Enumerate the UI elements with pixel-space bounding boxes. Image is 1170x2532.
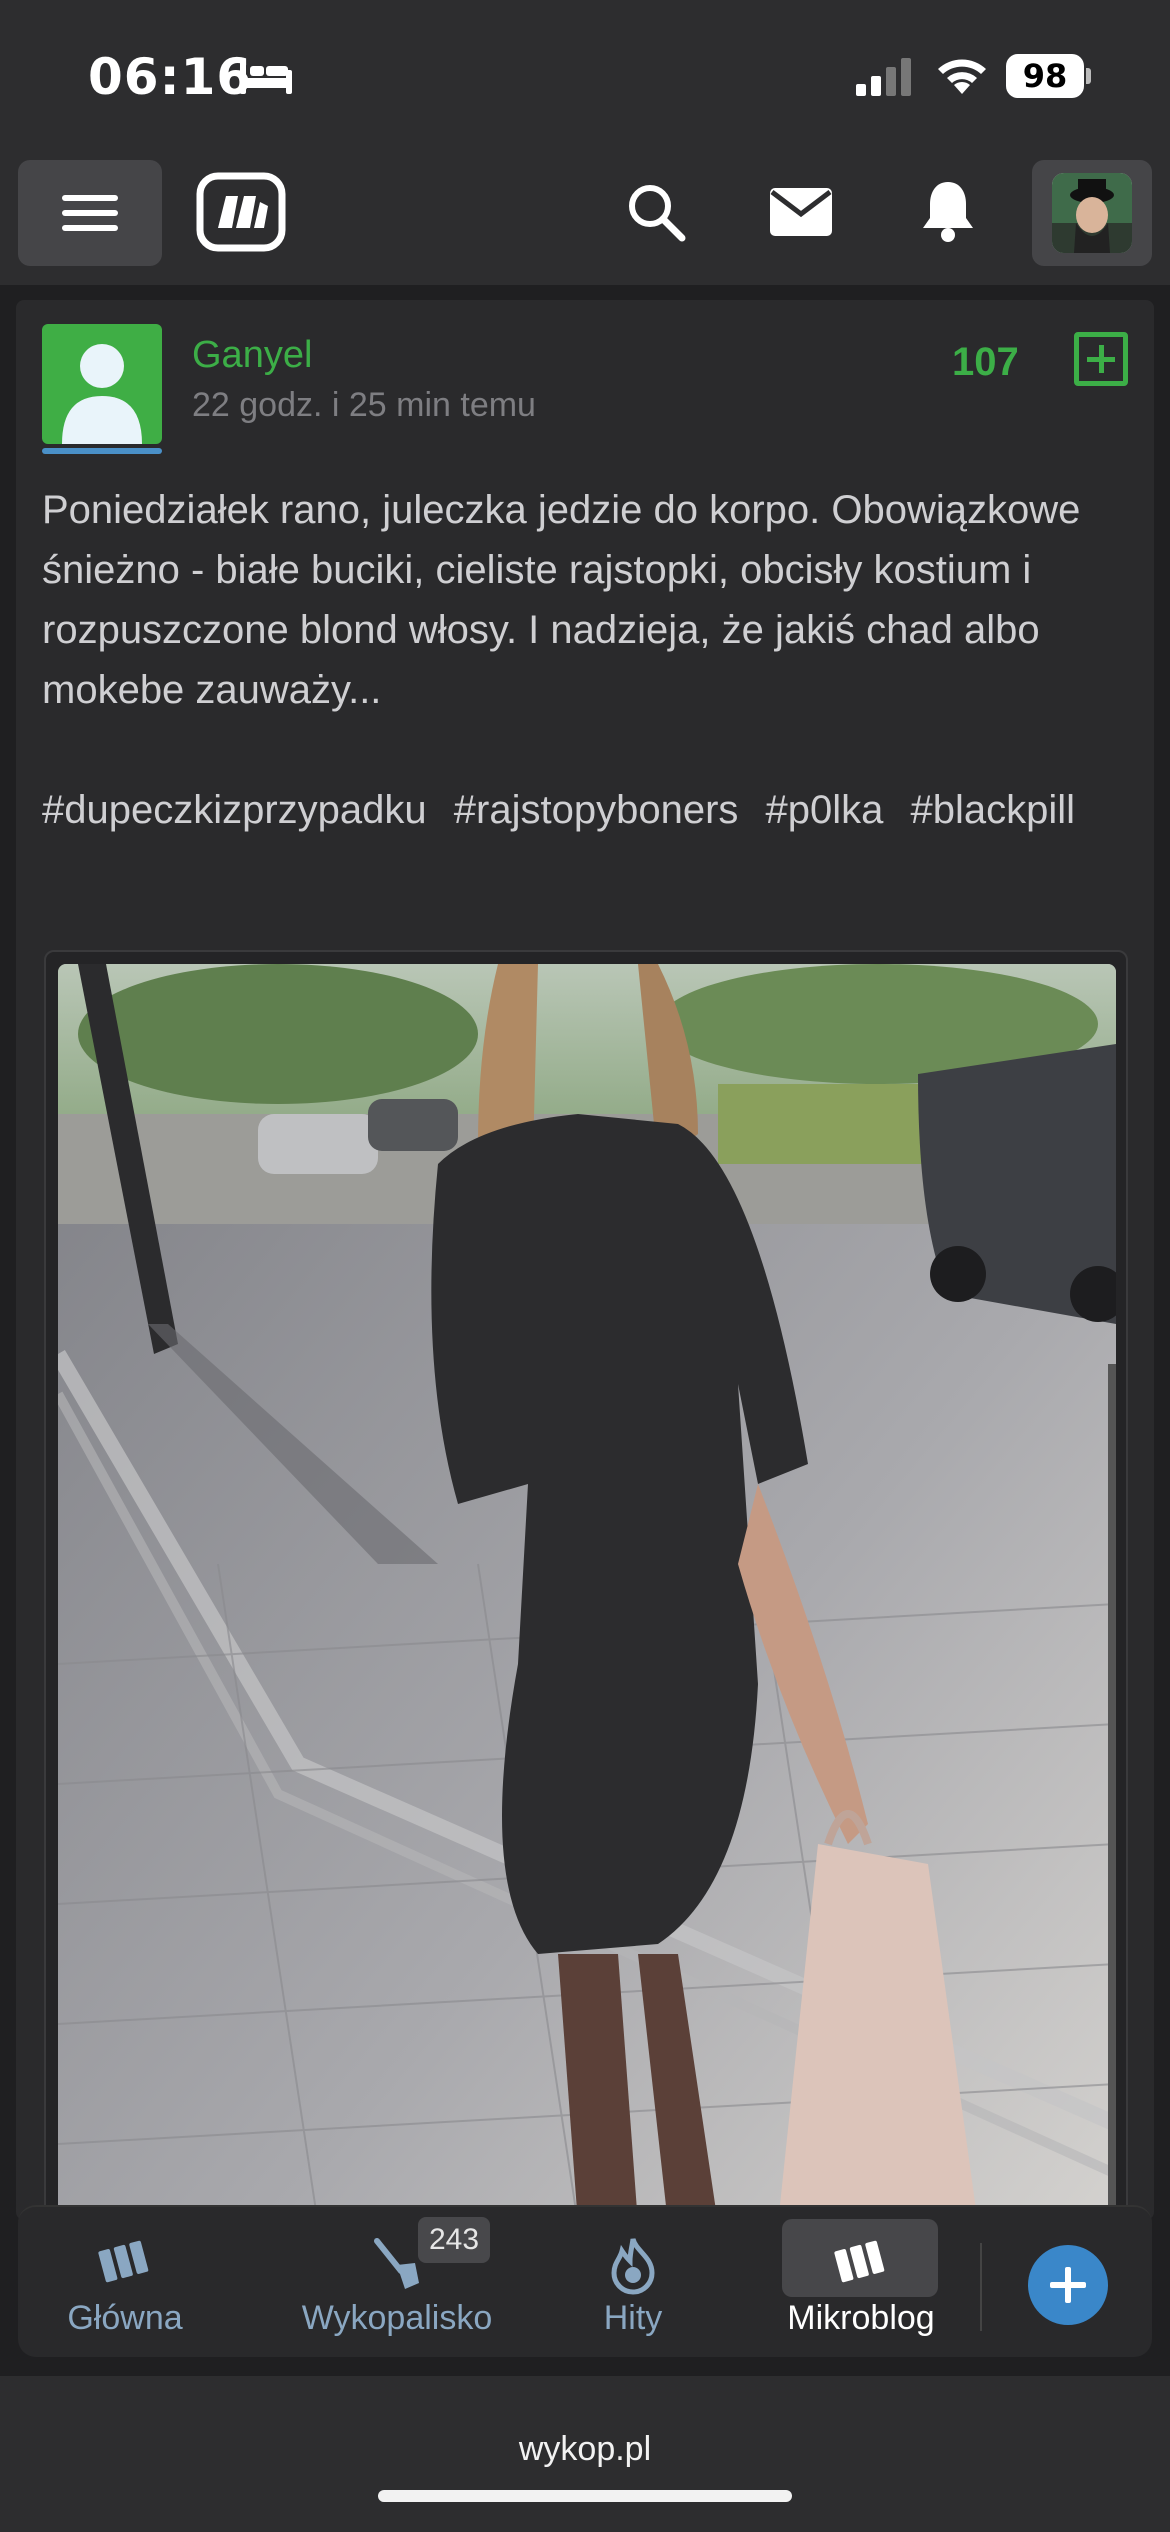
tag-link[interactable]: #blackpill xyxy=(911,780,1076,840)
menu-icon-line xyxy=(62,210,118,216)
bell-icon[interactable] xyxy=(918,178,978,244)
post-text: Poniedziałek rano, juleczka jedzie do ko… xyxy=(42,488,1081,712)
nav-item-label: Mikroblog xyxy=(787,2299,935,2337)
flame-icon xyxy=(611,2238,655,2295)
author-avatar[interactable] xyxy=(42,324,162,444)
wykop-logo-icon[interactable] xyxy=(196,172,286,252)
wifi-icon xyxy=(938,59,986,94)
nav-item-label: Wykopalisko xyxy=(301,2299,493,2337)
signal-icon xyxy=(856,58,911,96)
menu-icon-line xyxy=(62,195,118,201)
upvote-button[interactable] xyxy=(1074,332,1128,386)
browser-url[interactable]: wykop.pl xyxy=(0,2430,1170,2469)
battery-tip xyxy=(1086,68,1091,84)
nav-divider xyxy=(980,2243,982,2331)
add-entry-button[interactable] xyxy=(1028,2245,1108,2325)
menu-button[interactable] xyxy=(18,160,162,266)
user-avatar-button[interactable] xyxy=(1032,160,1152,266)
battery-icon: 98 xyxy=(1006,54,1091,98)
author-name[interactable]: Ganyel xyxy=(192,334,312,377)
tag-link[interactable]: #rajstopyboners xyxy=(454,780,739,840)
status-bar: 06:16 98 xyxy=(0,0,1170,150)
browser-address-bar[interactable]: wykop.pl xyxy=(0,2376,1170,2532)
nav-item-label: Hity xyxy=(603,2299,663,2337)
mikroblog-entry: Ganyel 22 godz. i 25 min temu 107 Ponied… xyxy=(16,300,1154,2220)
vote-count: 107 xyxy=(952,340,1019,384)
wykopalisko-count-badge: 243 xyxy=(418,2217,490,2263)
app-header xyxy=(0,150,1170,285)
nav-item-glowna[interactable]: Główna xyxy=(50,2207,200,2359)
post-timestamp[interactable]: 22 godz. i 25 min temu xyxy=(192,386,536,425)
search-icon[interactable] xyxy=(624,180,688,244)
user-avatar xyxy=(1052,173,1132,253)
author-gender-bar xyxy=(42,448,162,454)
mail-icon[interactable] xyxy=(768,184,834,240)
bed-icon xyxy=(240,60,292,94)
menu-icon-line xyxy=(62,225,118,231)
home-logo-icon xyxy=(98,2240,149,2283)
post-body: Poniedziałek rano, juleczka jedzie do ko… xyxy=(42,480,1132,720)
bottom-navigation: Główna Wykopalisko 243 Hity Mikroblog xyxy=(18,2205,1152,2357)
nav-item-mikroblog[interactable]: Mikroblog xyxy=(766,2207,956,2359)
battery-level: 98 xyxy=(1006,54,1084,98)
tag-link[interactable]: #dupeczkizprzypadku xyxy=(42,780,427,840)
nav-item-label: Główna xyxy=(67,2299,183,2337)
post-tags: #dupeczkizprzypadku #rajstopyboners #p0l… xyxy=(42,780,1132,840)
home-indicator[interactable] xyxy=(378,2490,792,2502)
tag-link[interactable]: #p0lka xyxy=(766,780,884,840)
mikroblog-icon xyxy=(834,2240,885,2283)
post-image[interactable] xyxy=(58,964,1116,2218)
status-time: 06:16 xyxy=(88,48,253,106)
nav-item-hity[interactable]: Hity xyxy=(568,2207,698,2359)
post-image-frame xyxy=(44,950,1128,2220)
